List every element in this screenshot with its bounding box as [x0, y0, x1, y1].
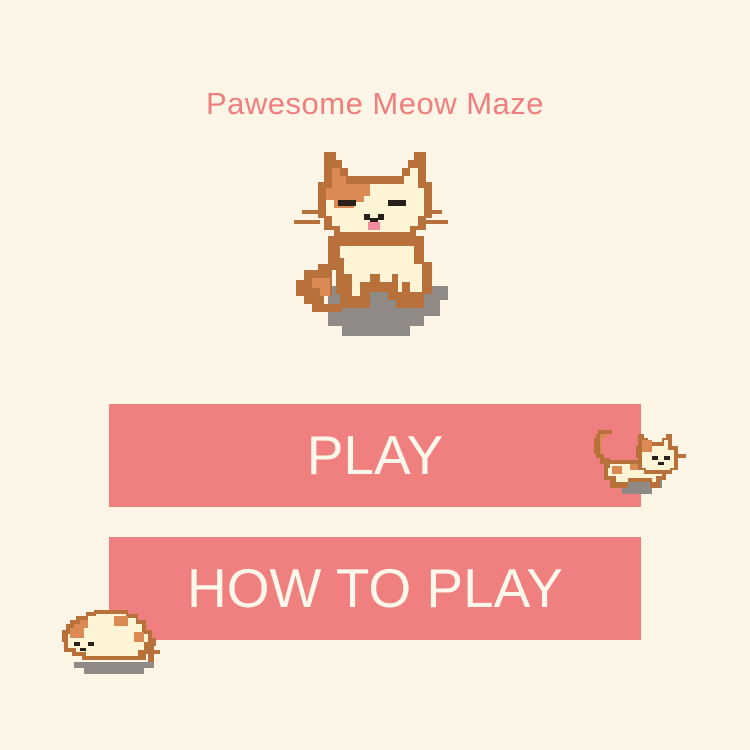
play-button[interactable]: PLAY [109, 404, 641, 507]
game-title: Pawesome Meow Maze [205, 86, 545, 121]
walking-cat-icon [592, 424, 690, 498]
how-to-play-button[interactable]: HOW TO PLAY [109, 537, 641, 640]
sleeping-cat-icon [58, 606, 168, 676]
sitting-cat-icon [284, 146, 460, 336]
